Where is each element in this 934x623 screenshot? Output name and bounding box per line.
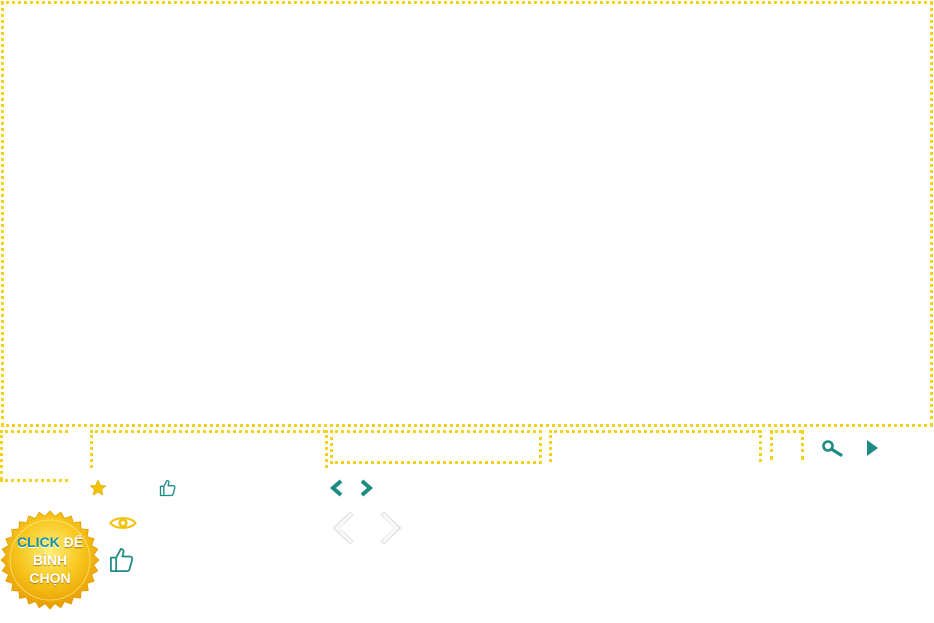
footer-divider (0, 430, 3, 480)
footer-divider (325, 430, 328, 468)
footer-panel (330, 430, 542, 464)
chevron-right-icon[interactable] (378, 510, 404, 546)
footer-divider (0, 430, 68, 433)
badge-line-2: BÌNH (32, 552, 68, 568)
thumbs-up-icon[interactable] (158, 478, 178, 498)
star-icon[interactable] (89, 479, 107, 497)
footer-divider (549, 430, 761, 433)
chevron-left-icon[interactable] (330, 510, 356, 546)
footer-divider (90, 430, 326, 433)
play-icon[interactable] (866, 440, 880, 456)
footer-divider (770, 430, 802, 433)
footer-divider (801, 430, 804, 460)
footer-divider (770, 430, 773, 460)
chevron-left-icon[interactable] (329, 479, 345, 497)
badge-line-3: CHỌN (29, 570, 71, 586)
thumbs-up-icon[interactable] (108, 546, 136, 574)
chevron-right-icon[interactable] (358, 479, 374, 497)
vote-badge[interactable]: CLICK ĐỂ BÌNH CHỌN (0, 510, 100, 610)
media-frame (1, 1, 933, 427)
vote-badge-label: CLICK ĐỂ BÌNH CHỌN (0, 510, 100, 610)
search-icon[interactable] (822, 440, 844, 458)
badge-word-de: ĐỂ (63, 534, 84, 550)
footer-divider (549, 430, 552, 462)
eye-icon (109, 517, 137, 529)
footer-divider (0, 479, 68, 482)
footer-divider (759, 430, 762, 462)
footer-divider (90, 430, 93, 468)
badge-word-click: CLICK (16, 534, 60, 550)
